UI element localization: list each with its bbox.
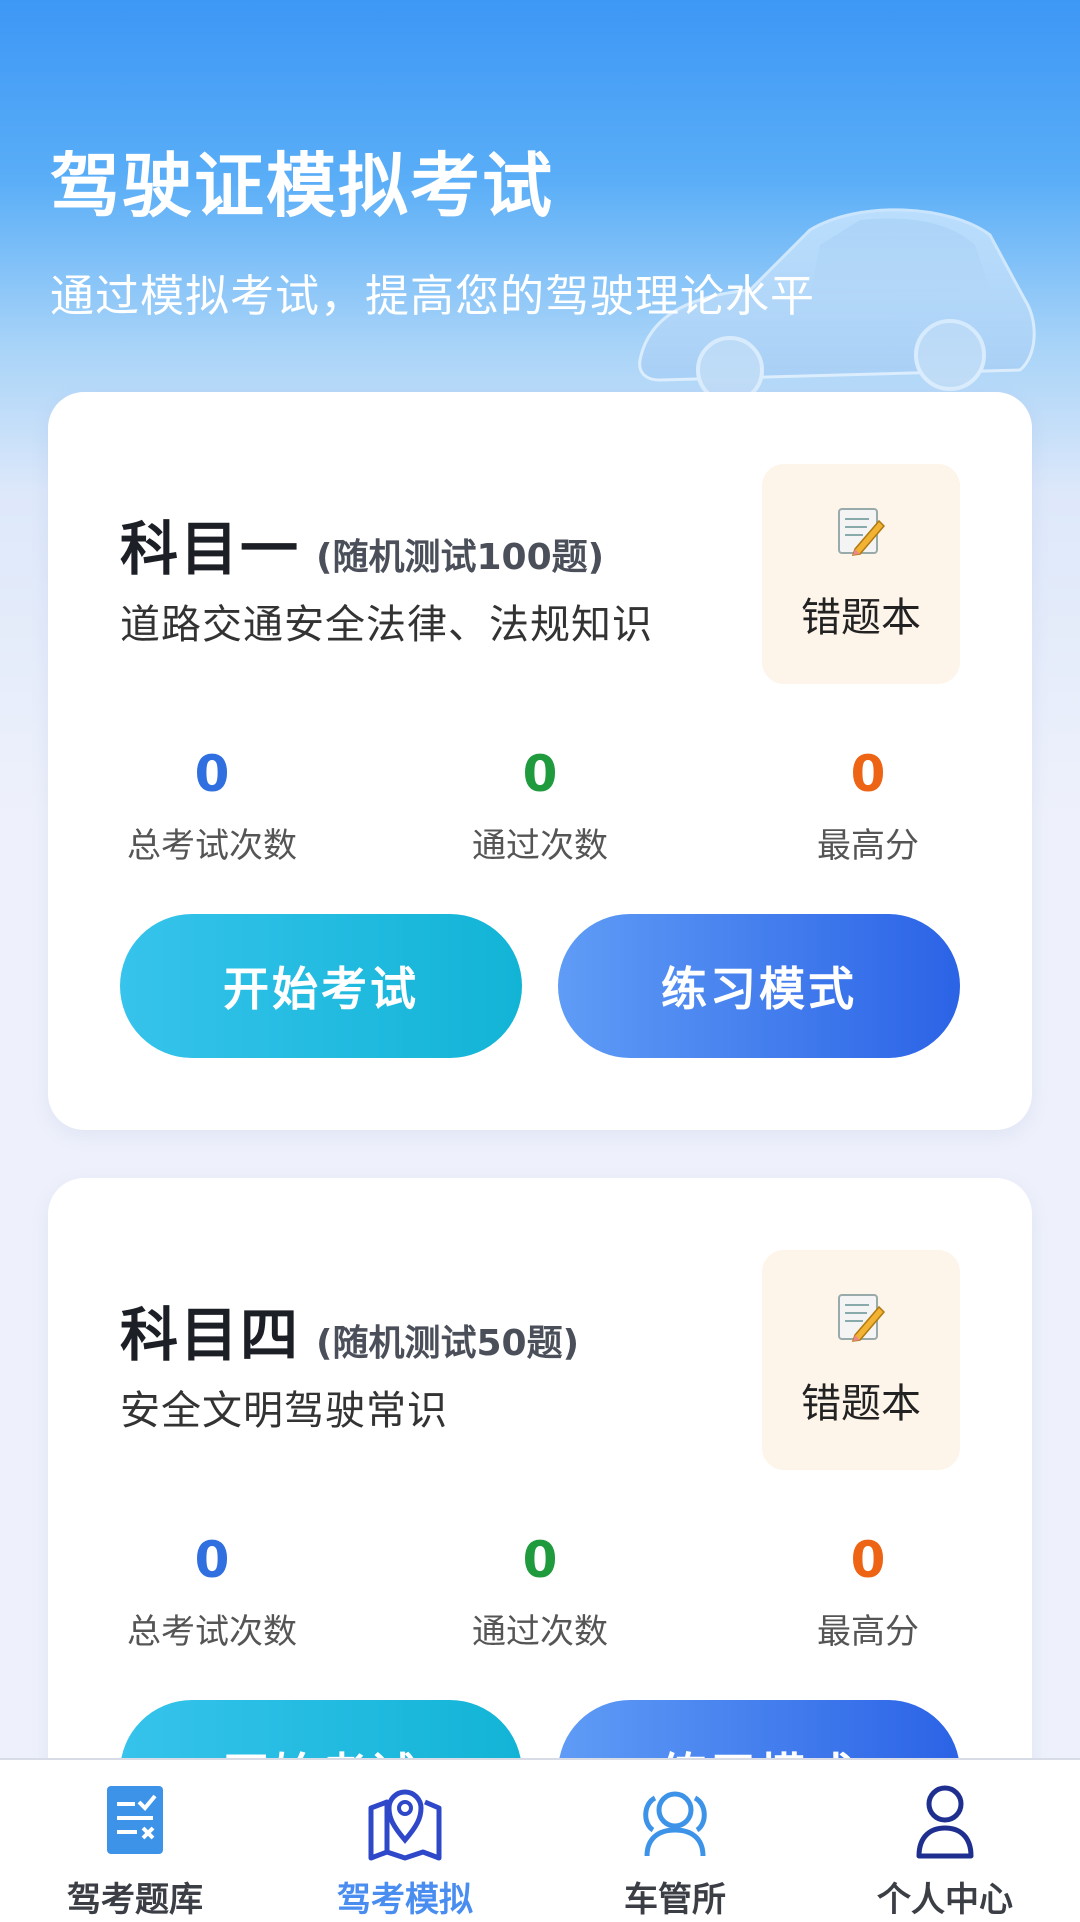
bottom-tab-bar: 驾考题库 驾考模拟 车管所 个人中心 [0, 1758, 1080, 1922]
people-group-icon [643, 1791, 707, 1857]
stat-value: 0 [522, 745, 558, 803]
stat-label: 最高分 [817, 1612, 919, 1652]
subject-description: 道路交通安全法律、法规知识 [120, 602, 653, 648]
stat-label: 通过次数 [472, 1612, 608, 1652]
tab-label: 车管所 [624, 1880, 726, 1920]
subject-name: 科目一 [120, 515, 301, 583]
stat-value: 0 [850, 1531, 886, 1589]
page-subtitle: 通过模拟考试，提高您的驾驶理论水平 [50, 271, 815, 322]
wrong-questions-button[interactable]: 错题本 [762, 464, 960, 684]
memo-pencil-icon [838, 508, 885, 556]
wrong-book-label: 错题本 [801, 1381, 921, 1427]
person-icon [916, 1785, 974, 1859]
stat-total-exams: 0 总考试次数 [48, 744, 376, 867]
tab-profile[interactable]: 个人中心 [810, 1760, 1080, 1922]
tab-vehicle-office[interactable]: 车管所 [540, 1760, 810, 1922]
stat-value: 0 [522, 1531, 558, 1589]
stat-value: 0 [194, 1531, 230, 1589]
stat-total-exams: 0 总考试次数 [48, 1530, 376, 1653]
stat-label: 总考试次数 [127, 826, 297, 866]
map-location-icon [368, 1789, 442, 1861]
stats-row: 0 总考试次数 0 通过次数 0 最高分 [48, 1530, 1032, 1653]
memo-pencil-icon [838, 1294, 885, 1342]
subject-heading: 科目四 (随机测试50题) [120, 1288, 579, 1372]
wrong-book-label: 错题本 [801, 595, 921, 641]
stat-pass-count: 0 通过次数 [376, 1530, 704, 1653]
tab-label: 驾考题库 [67, 1880, 203, 1920]
wrong-questions-button[interactable]: 错题本 [762, 1250, 960, 1470]
stat-pass-count: 0 通过次数 [376, 744, 704, 867]
stat-value: 0 [194, 745, 230, 803]
tab-label: 驾考模拟 [337, 1880, 473, 1920]
start-exam-button[interactable]: 开始考试 [120, 914, 522, 1058]
tab-exam-simulation[interactable]: 驾考模拟 [270, 1760, 540, 1922]
subject-card-1: 科目一 (随机测试100题) 道路交通安全法律、法规知识 错题本 0 总考试次数… [48, 392, 1032, 1130]
page-title: 驾驶证模拟考试 [50, 145, 554, 227]
stat-value: 0 [850, 745, 886, 803]
tab-label: 个人中心 [877, 1880, 1013, 1920]
question-bank-icon [107, 1786, 163, 1854]
stat-label: 最高分 [817, 826, 919, 866]
stat-best-score: 0 最高分 [704, 1530, 1032, 1653]
subject-description: 安全文明驾驶常识 [120, 1388, 448, 1434]
tab-question-bank[interactable]: 驾考题库 [0, 1760, 270, 1922]
stat-best-score: 0 最高分 [704, 744, 1032, 867]
stats-row: 0 总考试次数 0 通过次数 0 最高分 [48, 744, 1032, 867]
subject-question-count: (随机测试50题) [316, 1323, 580, 1364]
subject-card-4: 科目四 (随机测试50题) 安全文明驾驶常识 错题本 0 总考试次数 0 通过次… [48, 1178, 1032, 1844]
practice-mode-button[interactable]: 练习模式 [558, 914, 960, 1058]
stat-label: 通过次数 [472, 826, 608, 866]
subject-question-count: (随机测试100题) [316, 537, 605, 578]
subject-heading: 科目一 (随机测试100题) [120, 502, 604, 586]
stat-label: 总考试次数 [127, 1612, 297, 1652]
subject-name: 科目四 [120, 1301, 301, 1369]
